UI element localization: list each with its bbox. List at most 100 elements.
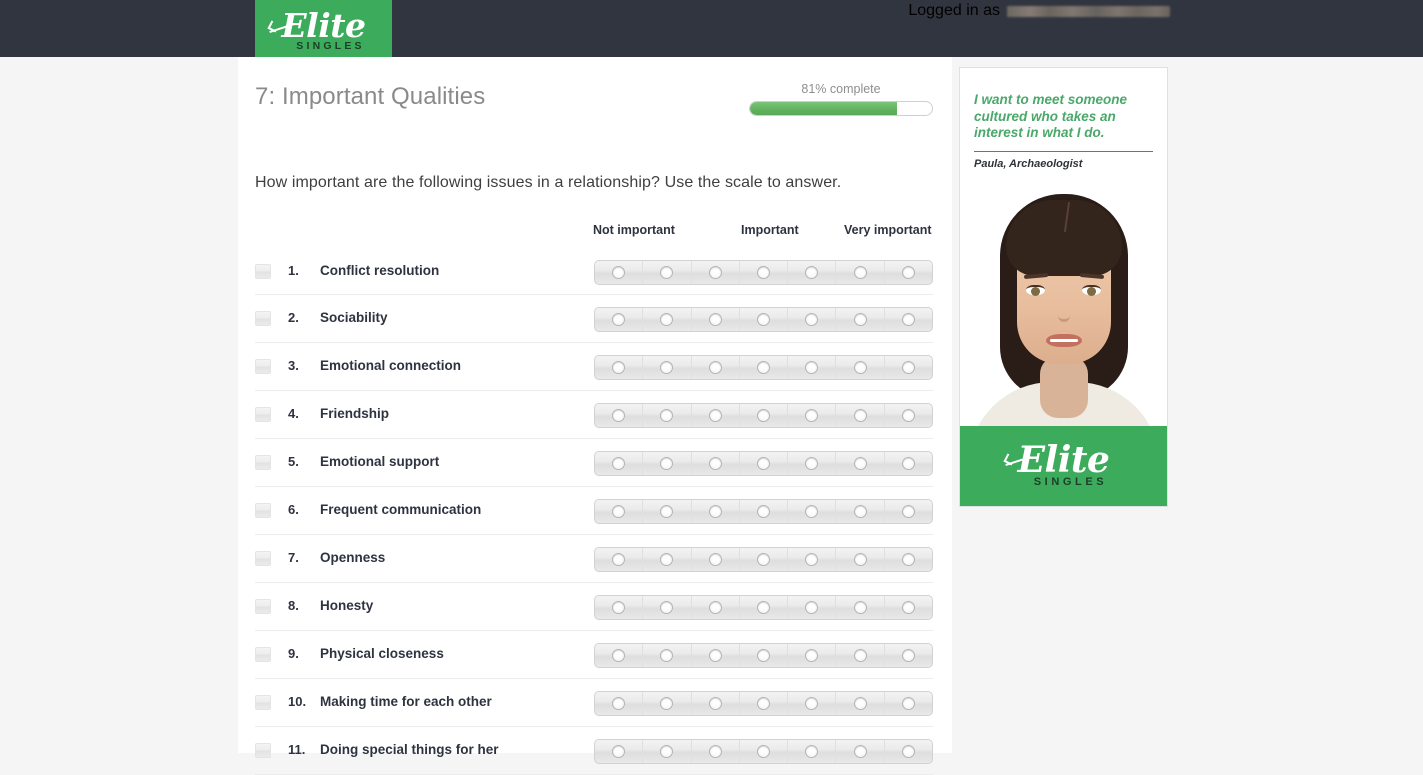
radio-icon[interactable] — [805, 457, 819, 470]
radio-icon[interactable] — [708, 649, 722, 662]
rating-option-7[interactable] — [885, 548, 932, 571]
rating-option-7[interactable] — [885, 404, 932, 427]
radio-icon[interactable] — [612, 266, 626, 279]
rating-option-2[interactable] — [643, 356, 692, 379]
rating-option-1[interactable] — [595, 404, 644, 427]
radio-icon[interactable] — [660, 505, 674, 518]
rating-option-1[interactable] — [595, 740, 644, 763]
radio-icon[interactable] — [660, 361, 674, 374]
rating-option-4[interactable] — [740, 308, 789, 331]
rating-option-2[interactable] — [643, 452, 692, 475]
rating-option-5[interactable] — [788, 356, 837, 379]
radio-icon[interactable] — [660, 601, 674, 614]
rating-option-1[interactable] — [595, 356, 644, 379]
rating-option-1[interactable] — [595, 644, 644, 667]
rating-option-4[interactable] — [740, 596, 789, 619]
rating-option-5[interactable] — [788, 261, 837, 284]
rating-option-2[interactable] — [643, 500, 692, 523]
drag-handle-icon[interactable] — [255, 503, 271, 518]
rating-option-2[interactable] — [643, 596, 692, 619]
radio-icon[interactable] — [901, 745, 915, 758]
rating-option-4[interactable] — [740, 644, 789, 667]
radio-icon[interactable] — [612, 313, 626, 326]
radio-icon[interactable] — [805, 697, 819, 710]
drag-handle-icon[interactable] — [255, 743, 271, 758]
drag-handle-icon[interactable] — [255, 599, 271, 614]
radio-icon[interactable] — [612, 553, 626, 566]
rating-option-1[interactable] — [595, 548, 644, 571]
radio-icon[interactable] — [756, 266, 770, 279]
rating-option-1[interactable] — [595, 596, 644, 619]
rating-option-6[interactable] — [836, 548, 885, 571]
radio-icon[interactable] — [901, 361, 915, 374]
radio-icon[interactable] — [805, 649, 819, 662]
radio-icon[interactable] — [901, 505, 915, 518]
radio-icon[interactable] — [901, 409, 915, 422]
radio-icon[interactable] — [756, 697, 770, 710]
rating-option-1[interactable] — [595, 261, 644, 284]
radio-icon[interactable] — [756, 745, 770, 758]
rating-option-3[interactable] — [692, 500, 740, 523]
rating-option-1[interactable] — [595, 692, 644, 715]
radio-icon[interactable] — [853, 601, 867, 614]
rating-option-6[interactable] — [836, 452, 885, 475]
rating-option-3[interactable] — [692, 261, 740, 284]
rating-option-7[interactable] — [885, 740, 932, 763]
rating-option-4[interactable] — [740, 548, 789, 571]
radio-icon[interactable] — [660, 745, 674, 758]
radio-icon[interactable] — [660, 266, 674, 279]
radio-icon[interactable] — [805, 313, 819, 326]
radio-icon[interactable] — [660, 649, 674, 662]
radio-icon[interactable] — [805, 361, 819, 374]
rating-option-3[interactable] — [692, 548, 740, 571]
radio-icon[interactable] — [708, 409, 722, 422]
radio-icon[interactable] — [612, 409, 626, 422]
rating-option-3[interactable] — [692, 308, 740, 331]
rating-option-4[interactable] — [740, 404, 789, 427]
radio-icon[interactable] — [805, 745, 819, 758]
rating-option-6[interactable] — [836, 308, 885, 331]
rating-option-5[interactable] — [788, 548, 837, 571]
radio-icon[interactable] — [805, 409, 819, 422]
radio-icon[interactable] — [708, 266, 722, 279]
rating-option-5[interactable] — [788, 308, 837, 331]
radio-icon[interactable] — [708, 361, 722, 374]
radio-icon[interactable] — [853, 649, 867, 662]
rating-option-6[interactable] — [836, 644, 885, 667]
radio-icon[interactable] — [612, 505, 626, 518]
rating-option-4[interactable] — [740, 452, 789, 475]
rating-option-3[interactable] — [692, 404, 740, 427]
rating-option-6[interactable] — [836, 740, 885, 763]
rating-option-6[interactable] — [836, 692, 885, 715]
rating-option-1[interactable] — [595, 452, 644, 475]
radio-icon[interactable] — [756, 361, 770, 374]
rating-option-2[interactable] — [643, 692, 692, 715]
rating-option-4[interactable] — [740, 692, 789, 715]
testimonial-ad-panel[interactable]: I want to meet someone cultured who take… — [959, 67, 1168, 507]
radio-icon[interactable] — [708, 505, 722, 518]
drag-handle-icon[interactable] — [255, 551, 271, 566]
rating-option-7[interactable] — [885, 452, 932, 475]
rating-option-1[interactable] — [595, 308, 644, 331]
radio-icon[interactable] — [612, 457, 626, 470]
rating-option-4[interactable] — [740, 740, 789, 763]
rating-option-5[interactable] — [788, 596, 837, 619]
radio-icon[interactable] — [853, 313, 867, 326]
drag-handle-icon[interactable] — [255, 407, 271, 422]
radio-icon[interactable] — [756, 505, 770, 518]
rating-option-6[interactable] — [836, 596, 885, 619]
drag-handle-icon[interactable] — [255, 455, 271, 470]
radio-icon[interactable] — [756, 649, 770, 662]
radio-icon[interactable] — [853, 745, 867, 758]
radio-icon[interactable] — [612, 361, 626, 374]
rating-option-6[interactable] — [836, 261, 885, 284]
radio-icon[interactable] — [756, 409, 770, 422]
radio-icon[interactable] — [901, 457, 915, 470]
radio-icon[interactable] — [901, 601, 915, 614]
drag-handle-icon[interactable] — [255, 647, 271, 662]
radio-icon[interactable] — [708, 745, 722, 758]
radio-icon[interactable] — [901, 313, 915, 326]
rating-option-4[interactable] — [740, 261, 789, 284]
radio-icon[interactable] — [756, 601, 770, 614]
rating-option-3[interactable] — [692, 596, 740, 619]
